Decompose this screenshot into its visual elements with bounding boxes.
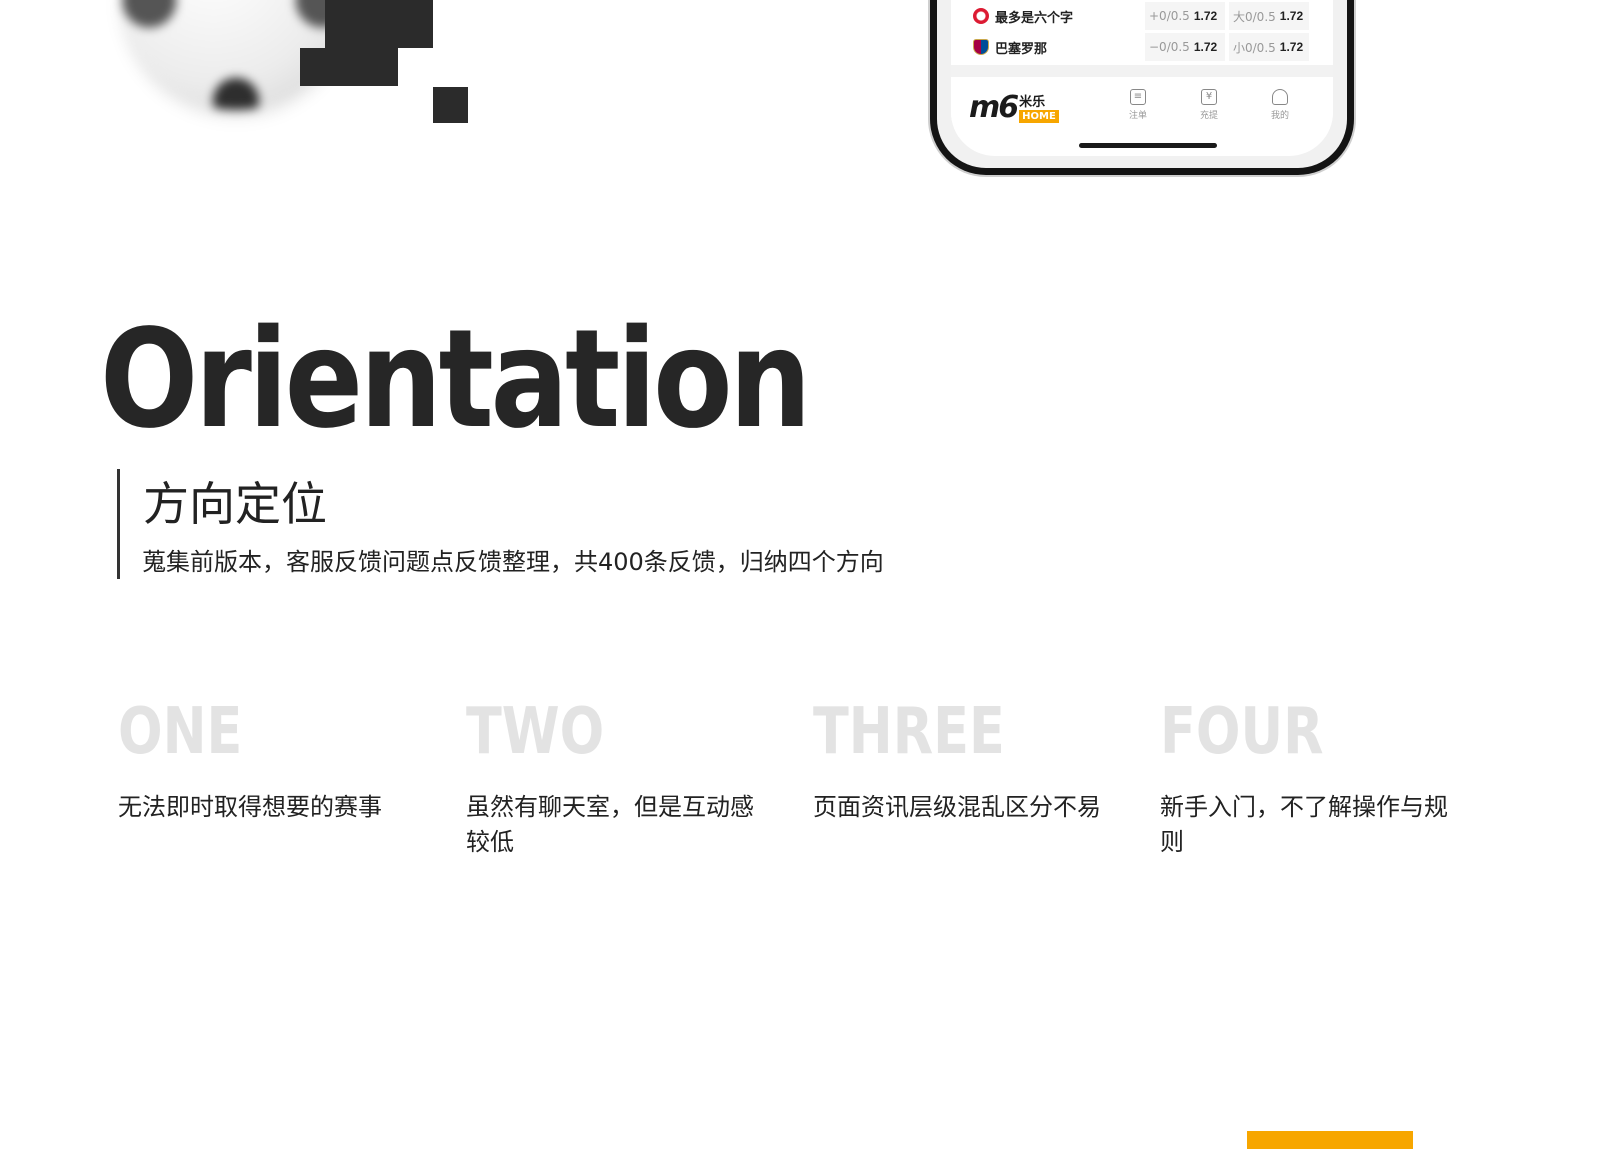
decor-block [300, 48, 398, 86]
page-title: Orientation [100, 301, 811, 459]
user-icon [1272, 89, 1288, 105]
handicap-line: −0/0.5 [1149, 40, 1190, 54]
point-description: 新手入门，不了解操作与规则 [1160, 793, 1448, 856]
section-divider [117, 469, 120, 579]
logo-cn: 米乐 [1019, 95, 1046, 110]
point-number: TWO [466, 695, 605, 769]
odds-value: 1.72 [1193, 40, 1218, 54]
point-one: ONE 无法即时取得想要的赛事 [118, 698, 418, 825]
home-indicator [1079, 143, 1217, 148]
point-description: 页面资讯层级混乱区分不易 [813, 793, 1101, 821]
odds-value: 1.72 [1193, 9, 1218, 23]
divider [951, 65, 1333, 77]
point-number: THREE [813, 695, 1005, 769]
bayern-crest-icon [973, 8, 989, 24]
team-name: 最多是六个字 [995, 10, 1074, 26]
tab-profile[interactable]: 我的 [1260, 89, 1300, 121]
total-odds-button[interactable]: 大0/0.5 1.72 [1229, 2, 1309, 30]
point-number: ONE [118, 695, 243, 769]
total-odds-button[interactable]: 小0/0.5 1.72 [1229, 33, 1309, 61]
point-description: 虽然有聊天室，但是互动感较低 [466, 793, 754, 856]
point-two: TWO 虽然有聊天室，但是互动感较低 [466, 698, 766, 860]
bottom-tab-bar: m6 米乐 HOME ≡ 注单 ¥ 充提 我的 [951, 77, 1333, 137]
tab-label: 充提 [1199, 111, 1218, 121]
tab-slip[interactable]: ≡ 注单 [1118, 89, 1158, 121]
wallet-icon: ¥ [1201, 89, 1217, 105]
total-line: 大0/0.5 [1233, 9, 1276, 24]
logo-mark: m6 [969, 90, 1019, 125]
handicap-odds-button[interactable]: +0/0.5 1.72 [1145, 2, 1225, 30]
logo-home: HOME [1019, 110, 1059, 123]
total-line: 小0/0.5 [1233, 40, 1276, 55]
section-title: 方向定位 [143, 477, 327, 531]
handicap-line: +0/0.5 [1149, 9, 1190, 23]
point-description: 无法即时取得想要的赛事 [118, 793, 382, 821]
match-row[interactable]: 最多是六个字 +0/0.5 1.72 大0/0.5 1.72 [951, 0, 1333, 32]
odds-value: 1.72 [1279, 9, 1304, 23]
tab-wallet[interactable]: ¥ 充提 [1189, 89, 1229, 121]
slip-icon: ≡ [1130, 89, 1146, 105]
decor-block [433, 87, 468, 123]
phone-mockup: 最多是六个字 +0/0.5 1.72 大0/0.5 1.72 巴塞罗那 −0/0.5… [930, 0, 1354, 175]
point-number: FOUR [1160, 695, 1324, 769]
handicap-odds-button[interactable]: −0/0.5 1.72 [1145, 33, 1225, 61]
phone-screen: 最多是六个字 +0/0.5 1.72 大0/0.5 1.72 巴塞罗那 −0/0.5… [951, 0, 1333, 156]
brand-logo[interactable]: m6 米乐 HOME [969, 91, 1059, 123]
match-row[interactable]: 巴塞罗那 −0/0.5 1.72 小0/0.5 1.72 [951, 31, 1333, 63]
decor-block [325, 0, 433, 48]
section-subtitle: 蒐集前版本，客服反馈问题点反馈整理，共400条反馈，归纳四个方向 [142, 548, 884, 576]
match-list: 最多是六个字 +0/0.5 1.72 大0/0.5 1.72 巴塞罗那 −0/0.5… [951, 0, 1333, 68]
point-four: FOUR 新手入门，不了解操作与规则 [1160, 698, 1460, 860]
accent-bar [1247, 1131, 1413, 1149]
team-name: 巴塞罗那 [995, 41, 1048, 57]
point-three: THREE 页面资讯层级混乱区分不易 [813, 698, 1113, 825]
barca-crest-icon [973, 39, 989, 55]
tab-label: 注单 [1128, 111, 1147, 121]
tab-label: 我的 [1270, 111, 1289, 121]
odds-value: 1.72 [1279, 40, 1304, 54]
